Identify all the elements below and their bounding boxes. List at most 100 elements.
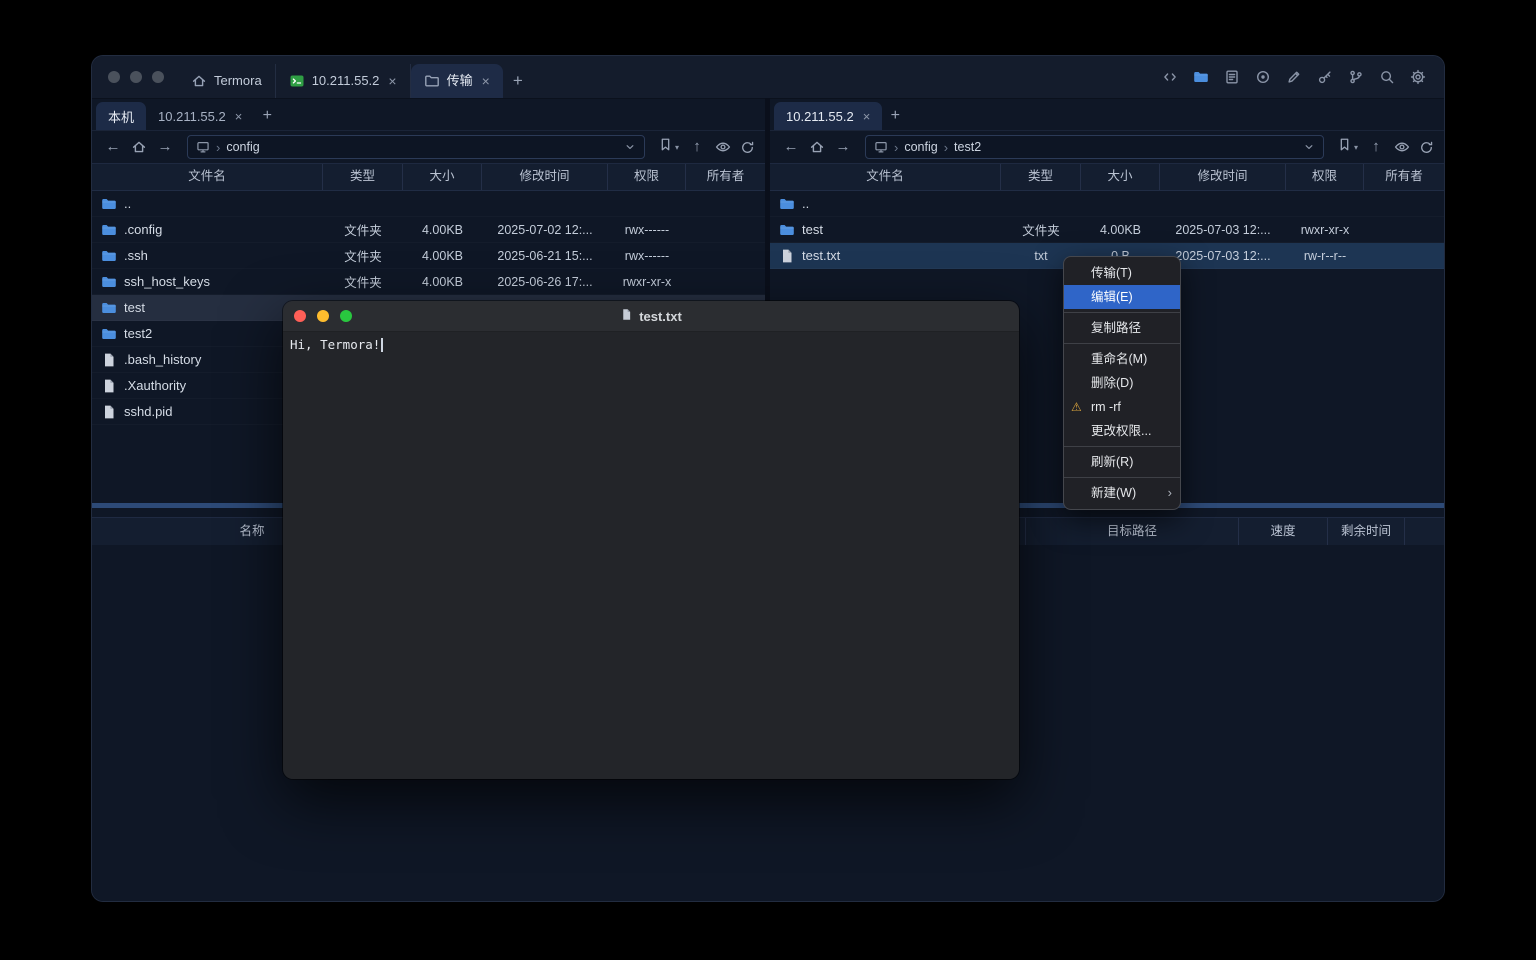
editor-window[interactable]: test.txt Hi, Termora! <box>283 301 1019 779</box>
home-button[interactable] <box>131 139 147 155</box>
file-type: 文件夹 <box>323 220 403 239</box>
menu-item-label: 重命名(M) <box>1091 352 1147 366</box>
column-header-filename[interactable]: 文件名 <box>770 164 1001 190</box>
menu-item-label: 传输(T) <box>1091 266 1132 280</box>
branch-icon[interactable] <box>1346 67 1366 87</box>
editor-titlebar[interactable]: test.txt <box>283 301 1019 332</box>
minimize-button[interactable] <box>130 71 142 83</box>
report-icon[interactable] <box>1222 67 1242 87</box>
refresh-button[interactable] <box>1419 140 1434 155</box>
menu-item[interactable]: 传输(T) <box>1064 261 1180 285</box>
forward-button[interactable]: → <box>834 136 852 158</box>
column-header-speed[interactable]: 速度 <box>1239 518 1328 546</box>
chevron-down-icon[interactable] <box>624 141 636 153</box>
close-icon[interactable]: × <box>482 73 490 89</box>
tab-local[interactable]: 本机 <box>96 102 146 130</box>
column-header-target-path[interactable]: 目标路径 <box>1026 518 1239 546</box>
column-header-type[interactable]: 类型 <box>1001 164 1081 190</box>
editor-content[interactable]: Hi, Termora! <box>283 332 1019 779</box>
file-row[interactable]: .. <box>770 191 1444 217</box>
submenu-arrow-icon: › <box>1168 481 1172 505</box>
file-name: .ssh <box>124 248 148 263</box>
close-icon[interactable]: × <box>863 109 871 124</box>
file-mtime: 2025-07-02 12:... <box>482 223 608 237</box>
chevron-down-icon[interactable] <box>1303 141 1315 153</box>
back-button[interactable]: ← <box>104 136 122 158</box>
breadcrumb-item[interactable]: config <box>226 140 259 154</box>
menu-item[interactable]: 删除(D) <box>1064 371 1180 395</box>
column-header-size[interactable]: 大小 <box>1081 164 1160 190</box>
home-button[interactable] <box>809 139 825 155</box>
menu-item[interactable]: 重命名(M) <box>1064 347 1180 371</box>
right-panel-tab-bar: 10.211.55.2 × + <box>770 98 1444 131</box>
settings-icon[interactable] <box>1408 67 1428 87</box>
column-header-type[interactable]: 类型 <box>323 164 403 190</box>
folder-icon[interactable] <box>1191 67 1211 87</box>
close-icon[interactable]: × <box>388 73 396 89</box>
file-row[interactable]: .ssh 文件夹 4.00KB 2025-06-21 15:... rwx---… <box>92 243 765 269</box>
file-name: ssh_host_keys <box>124 274 210 289</box>
menu-item[interactable]: 复制路径 <box>1064 316 1180 340</box>
file-size: 4.00KB <box>1081 223 1160 237</box>
bookmark-button[interactable]: ▾ <box>1337 137 1358 157</box>
file-row[interactable]: ssh_host_keys 文件夹 4.00KB 2025-06-26 17:.… <box>92 269 765 295</box>
warning-icon: ⚠ <box>1071 395 1082 419</box>
file-row[interactable]: .. <box>92 191 765 217</box>
zoom-button[interactable] <box>340 310 352 322</box>
column-header-owner[interactable]: 所有者 <box>686 164 765 190</box>
menu-item[interactable]: 新建(W)› <box>1064 481 1180 505</box>
column-header-perm[interactable]: 权限 <box>1286 164 1364 190</box>
pencil-icon[interactable] <box>1284 67 1304 87</box>
key-icon[interactable] <box>1315 67 1335 87</box>
menu-item[interactable]: 更改权限... <box>1064 419 1180 443</box>
record-icon[interactable] <box>1253 67 1273 87</box>
new-tab-button[interactable]: + <box>882 102 908 130</box>
close-button[interactable] <box>108 71 120 83</box>
tab-remote[interactable]: 10.211.55.2 × <box>774 102 882 130</box>
column-header-perm[interactable]: 权限 <box>608 164 686 190</box>
up-button[interactable]: ↑ <box>1367 136 1385 158</box>
column-header-owner[interactable]: 所有者 <box>1364 164 1444 190</box>
bookmark-icon <box>658 137 673 157</box>
breadcrumb-item[interactable]: config <box>904 140 937 154</box>
menu-item[interactable]: ⚠rm -rf <box>1064 395 1180 419</box>
tab-ssh-session[interactable]: 10.211.55.2 × <box>275 64 411 98</box>
file-icon <box>101 352 117 368</box>
tab-remote[interactable]: 10.211.55.2 × <box>146 102 254 130</box>
folder-icon <box>101 222 117 238</box>
forward-button[interactable]: → <box>156 136 174 158</box>
path-bar[interactable]: › config <box>187 135 645 159</box>
search-icon[interactable] <box>1377 67 1397 87</box>
close-button[interactable] <box>294 310 306 322</box>
window-titlebar[interactable]: Termora 10.211.55.2 × 传输 × + <box>92 56 1444 99</box>
column-header-size[interactable]: 大小 <box>403 164 482 190</box>
bookmark-button[interactable]: ▾ <box>658 137 679 157</box>
up-button[interactable]: ↑ <box>688 136 706 158</box>
column-header-eta[interactable]: 剩余时间 <box>1328 518 1405 546</box>
tab-transfer[interactable]: 传输 × <box>411 64 503 98</box>
breadcrumb-separator: › <box>216 140 220 155</box>
code-icon[interactable] <box>1160 67 1180 87</box>
show-hidden-button[interactable] <box>715 139 731 155</box>
minimize-button[interactable] <box>317 310 329 322</box>
column-header-mtime[interactable]: 修改时间 <box>482 164 608 190</box>
close-icon[interactable]: × <box>235 109 243 124</box>
menu-item[interactable]: 刷新(R) <box>1064 450 1180 474</box>
bookmark-icon <box>1337 137 1352 157</box>
path-bar[interactable]: › config › test2 <box>865 135 1324 159</box>
file-name: test <box>802 222 823 237</box>
file-row[interactable]: test 文件夹 4.00KB 2025-07-03 12:... rwxr-x… <box>770 217 1444 243</box>
new-tab-button[interactable]: + <box>503 64 533 98</box>
column-header-filename[interactable]: 文件名 <box>92 164 323 190</box>
file-row[interactable]: .config 文件夹 4.00KB 2025-07-02 12:... rwx… <box>92 217 765 243</box>
column-header-mtime[interactable]: 修改时间 <box>1160 164 1286 190</box>
breadcrumb-item[interactable]: test2 <box>954 140 981 154</box>
refresh-button[interactable] <box>740 140 755 155</box>
zoom-button[interactable] <box>152 71 164 83</box>
menu-item-label: 删除(D) <box>1091 376 1133 390</box>
menu-item[interactable]: 编辑(E) <box>1064 285 1180 309</box>
show-hidden-button[interactable] <box>1394 139 1410 155</box>
tab-home[interactable]: Termora <box>178 64 275 98</box>
back-button[interactable]: ← <box>782 136 800 158</box>
new-tab-button[interactable]: + <box>254 102 280 130</box>
